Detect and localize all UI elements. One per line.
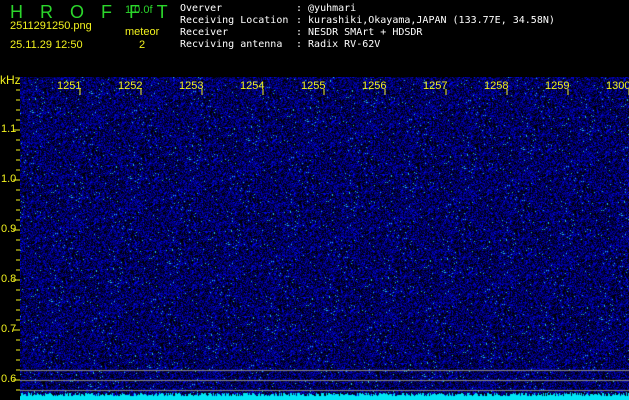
x-tick-label: 1252 bbox=[118, 80, 143, 92]
x-tick-label: 1251 bbox=[57, 80, 82, 92]
x-tick-label: 1300 bbox=[606, 80, 629, 92]
y-tick-label: 0.6 bbox=[1, 373, 17, 385]
y-tick-label: 1.0 bbox=[1, 173, 17, 185]
y-tick-label: 0.7 bbox=[1, 323, 17, 335]
x-tick-label: 1259 bbox=[545, 80, 570, 92]
x-tick-label: 1257 bbox=[423, 80, 448, 92]
y-tick-label: 1.1 bbox=[1, 123, 17, 135]
x-tick-label: 1256 bbox=[362, 80, 387, 92]
x-tick-label: 1253 bbox=[179, 80, 204, 92]
axes bbox=[13, 89, 629, 391]
x-tick-label: 1254 bbox=[240, 80, 265, 92]
x-tick-label: 1258 bbox=[484, 80, 509, 92]
y-tick-label: 0.9 bbox=[1, 223, 17, 235]
x-tick-label: 1255 bbox=[301, 80, 326, 92]
y-tick-label: 0.8 bbox=[1, 273, 17, 285]
unit-label: kHz bbox=[0, 73, 21, 87]
